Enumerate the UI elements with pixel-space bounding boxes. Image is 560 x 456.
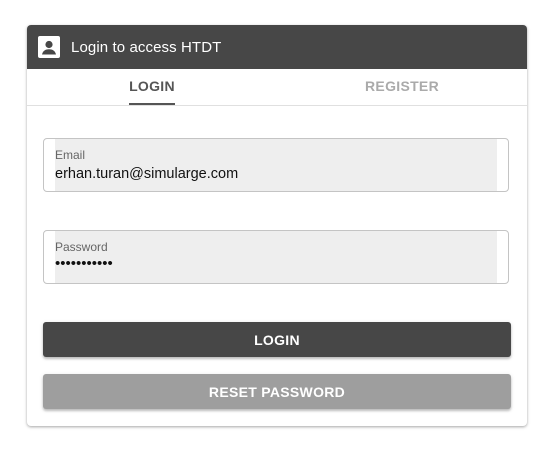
login-card: Login to access HTDT LOGIN REGISTER Emai… bbox=[27, 25, 527, 426]
password-field[interactable]: Password ••••••••••• bbox=[43, 230, 509, 284]
email-label: Email bbox=[55, 148, 86, 162]
password-label: Password bbox=[55, 240, 108, 254]
card-title: Login to access HTDT bbox=[71, 38, 222, 56]
tab-login[interactable]: LOGIN bbox=[27, 69, 277, 105]
account-box-icon bbox=[38, 36, 60, 58]
email-field[interactable]: Email erhan.turan@simularge.com bbox=[43, 138, 509, 192]
tab-register[interactable]: REGISTER bbox=[277, 69, 527, 105]
tab-register-label: REGISTER bbox=[365, 78, 439, 94]
email-field-background bbox=[55, 139, 497, 191]
password-input[interactable]: ••••••••••• bbox=[55, 255, 113, 272]
password-field-background bbox=[55, 231, 497, 283]
active-tab-indicator bbox=[129, 103, 175, 105]
login-button[interactable]: LOGIN bbox=[43, 322, 511, 357]
email-input[interactable]: erhan.turan@simularge.com bbox=[55, 166, 238, 182]
tab-login-label: LOGIN bbox=[129, 78, 175, 94]
auth-tabs: LOGIN REGISTER bbox=[27, 69, 527, 106]
login-button-label: LOGIN bbox=[254, 331, 300, 348]
reset-password-button[interactable]: RESET PASSWORD bbox=[43, 374, 511, 409]
card-header: Login to access HTDT bbox=[27, 25, 527, 69]
reset-password-button-label: RESET PASSWORD bbox=[208, 383, 346, 400]
